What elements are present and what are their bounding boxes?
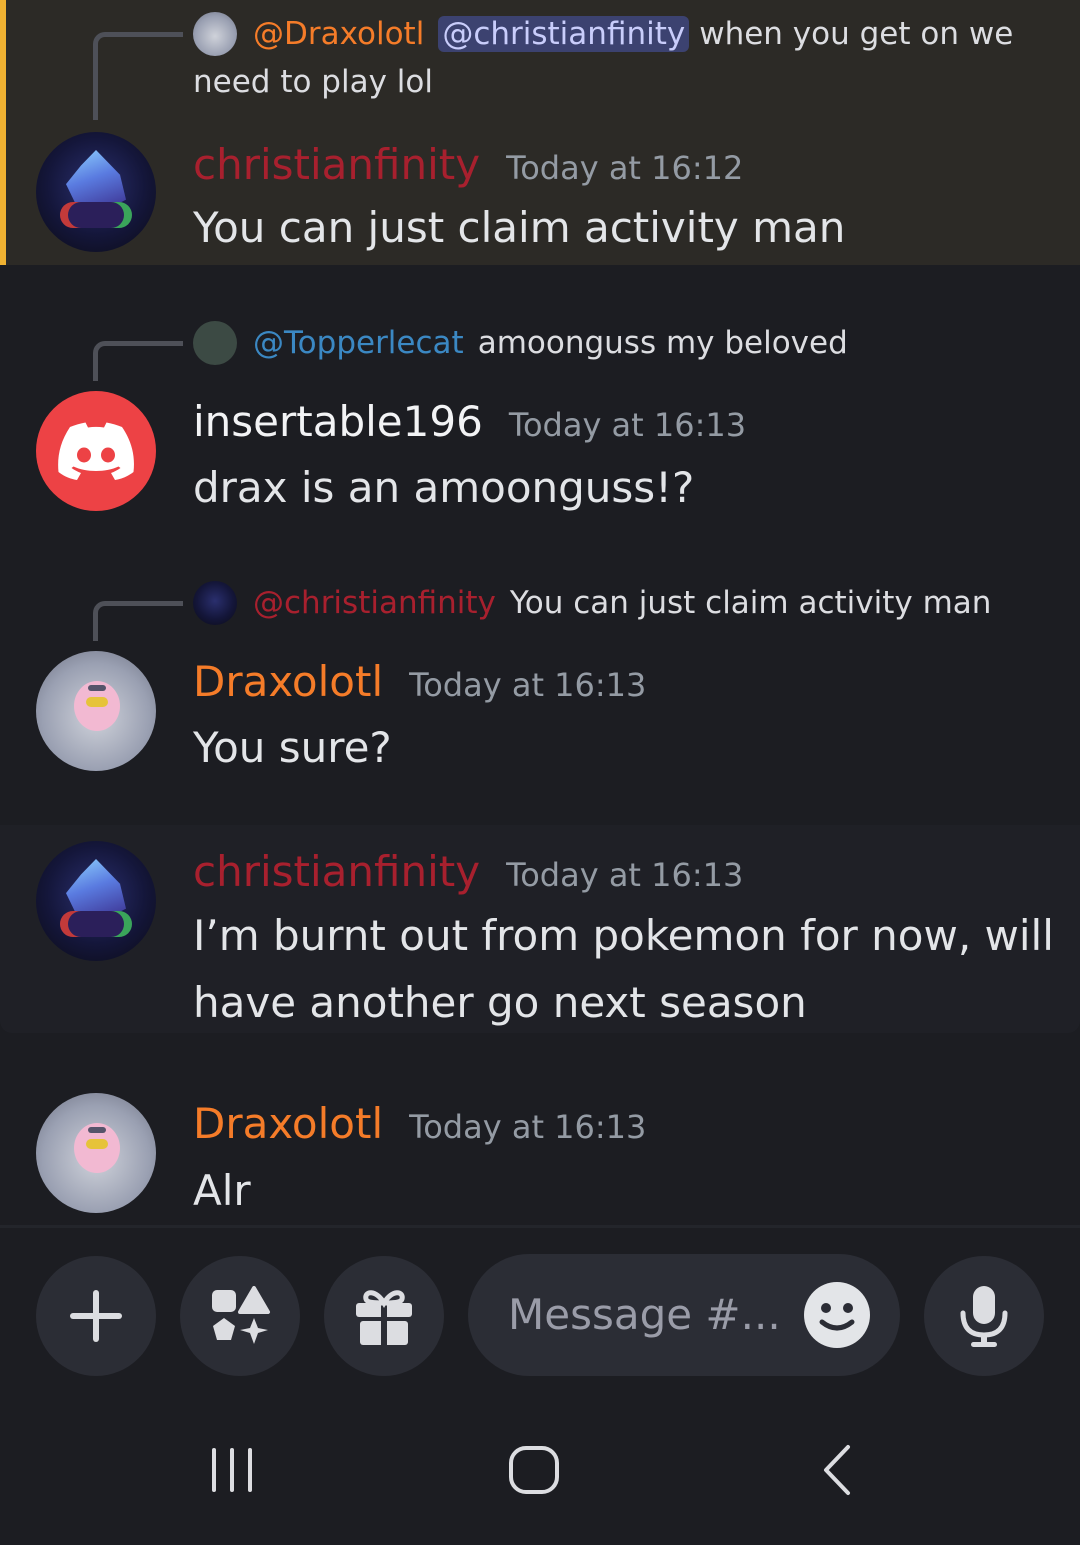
apps-icon (212, 1286, 270, 1344)
reply-preview[interactable]: @Topperlecat amoonguss my beloved (193, 321, 848, 365)
message-text-line1: I’m burnt out from pokemon for now, will (193, 911, 1054, 960)
reply-connector (93, 341, 183, 381)
message-list: @Draxolotl @christianfinity when you get… (0, 0, 1080, 1225)
microphone-button[interactable] (924, 1256, 1044, 1376)
message-header: Draxolotl Today at 16:13 (193, 1099, 646, 1148)
discord-logo-icon (58, 422, 134, 480)
author-name[interactable]: insertable196 (193, 397, 483, 446)
message-item[interactable]: @christianfinity You can just claim acti… (0, 535, 1080, 825)
reply-preview[interactable]: @christianfinity You can just claim acti… (193, 581, 991, 625)
avatar[interactable] (36, 132, 156, 252)
reply-mention[interactable]: @christianfinity (253, 585, 496, 621)
reply-avatar (193, 321, 237, 365)
reply-text-line2: need to play lol (193, 64, 433, 100)
plus-button[interactable] (36, 1256, 156, 1376)
reply-mention[interactable]: @Topperlecat (253, 325, 464, 361)
reply-connector (93, 32, 183, 120)
emoji-icon (819, 1303, 855, 1331)
home-button[interactable] (494, 1440, 574, 1500)
message-placeholder: Message #... (508, 1290, 781, 1339)
message-header: christianfinity Today at 16:13 (193, 847, 743, 896)
avatar[interactable] (36, 651, 156, 771)
message-item[interactable]: @Draxolotl @christianfinity when you get… (0, 0, 1080, 265)
message-header: christianfinity Today at 16:12 (193, 140, 743, 189)
timestamp: Today at 16:13 (508, 406, 747, 444)
recent-apps-button[interactable] (192, 1440, 272, 1500)
reply-mention[interactable]: @Draxolotl (253, 16, 424, 52)
back-button[interactable] (798, 1440, 878, 1500)
message-header: Draxolotl Today at 16:13 (193, 657, 646, 706)
reply-text: when you get on we (699, 16, 1014, 52)
author-name[interactable]: christianfinity (193, 140, 480, 189)
message-composer: Message #... (0, 1228, 1080, 1388)
gift-icon (356, 1290, 412, 1345)
message-text: drax is an amoonguss!? (193, 463, 695, 512)
reply-avatar (193, 12, 237, 56)
message-input[interactable]: Message #... (468, 1254, 900, 1376)
apps-button[interactable] (180, 1256, 300, 1376)
reply-connector (93, 601, 183, 641)
avatar[interactable] (36, 391, 156, 511)
author-name[interactable]: Draxolotl (193, 657, 383, 706)
timestamp: Today at 16:13 (409, 666, 647, 704)
back-icon (824, 1445, 850, 1495)
message-header: insertable196 Today at 16:13 (193, 397, 746, 446)
author-name[interactable]: Draxolotl (193, 1099, 383, 1148)
system-navigation-bar (0, 1388, 1080, 1545)
message-item[interactable]: christianfinity Today at 16:13 I’m burnt… (0, 825, 1080, 1033)
recent-apps-icon (212, 1448, 252, 1492)
reply-avatar (193, 581, 237, 625)
plus-icon (70, 1290, 122, 1342)
gift-button[interactable] (324, 1256, 444, 1376)
message-text-line2: have another go next season (193, 978, 807, 1027)
home-icon (509, 1446, 559, 1494)
timestamp: Today at 16:13 (506, 856, 744, 894)
message-text: You sure? (193, 723, 392, 772)
timestamp: Today at 16:13 (409, 1108, 647, 1146)
mention-highlight[interactable]: @christianfinity (438, 16, 690, 52)
message-text: Alr (193, 1166, 251, 1215)
message-item[interactable]: Draxolotl Today at 16:13 Alr (0, 1033, 1080, 1225)
reply-preview[interactable]: @Draxolotl @christianfinity when you get… (193, 12, 1013, 56)
reply-text: You can just claim activity man (509, 585, 992, 621)
emoji-button[interactable] (804, 1282, 870, 1348)
reply-text-continued: need to play lol (193, 64, 433, 100)
reply-text: amoonguss my beloved (477, 325, 848, 361)
message-text: You can just claim activity man (193, 203, 846, 252)
avatar[interactable] (36, 841, 156, 961)
author-name[interactable]: christianfinity (193, 847, 480, 896)
avatar[interactable] (36, 1093, 156, 1213)
timestamp: Today at 16:12 (506, 149, 744, 187)
microphone-icon (960, 1286, 1008, 1347)
message-item[interactable]: @Topperlecat amoonguss my beloved insert… (0, 265, 1080, 535)
